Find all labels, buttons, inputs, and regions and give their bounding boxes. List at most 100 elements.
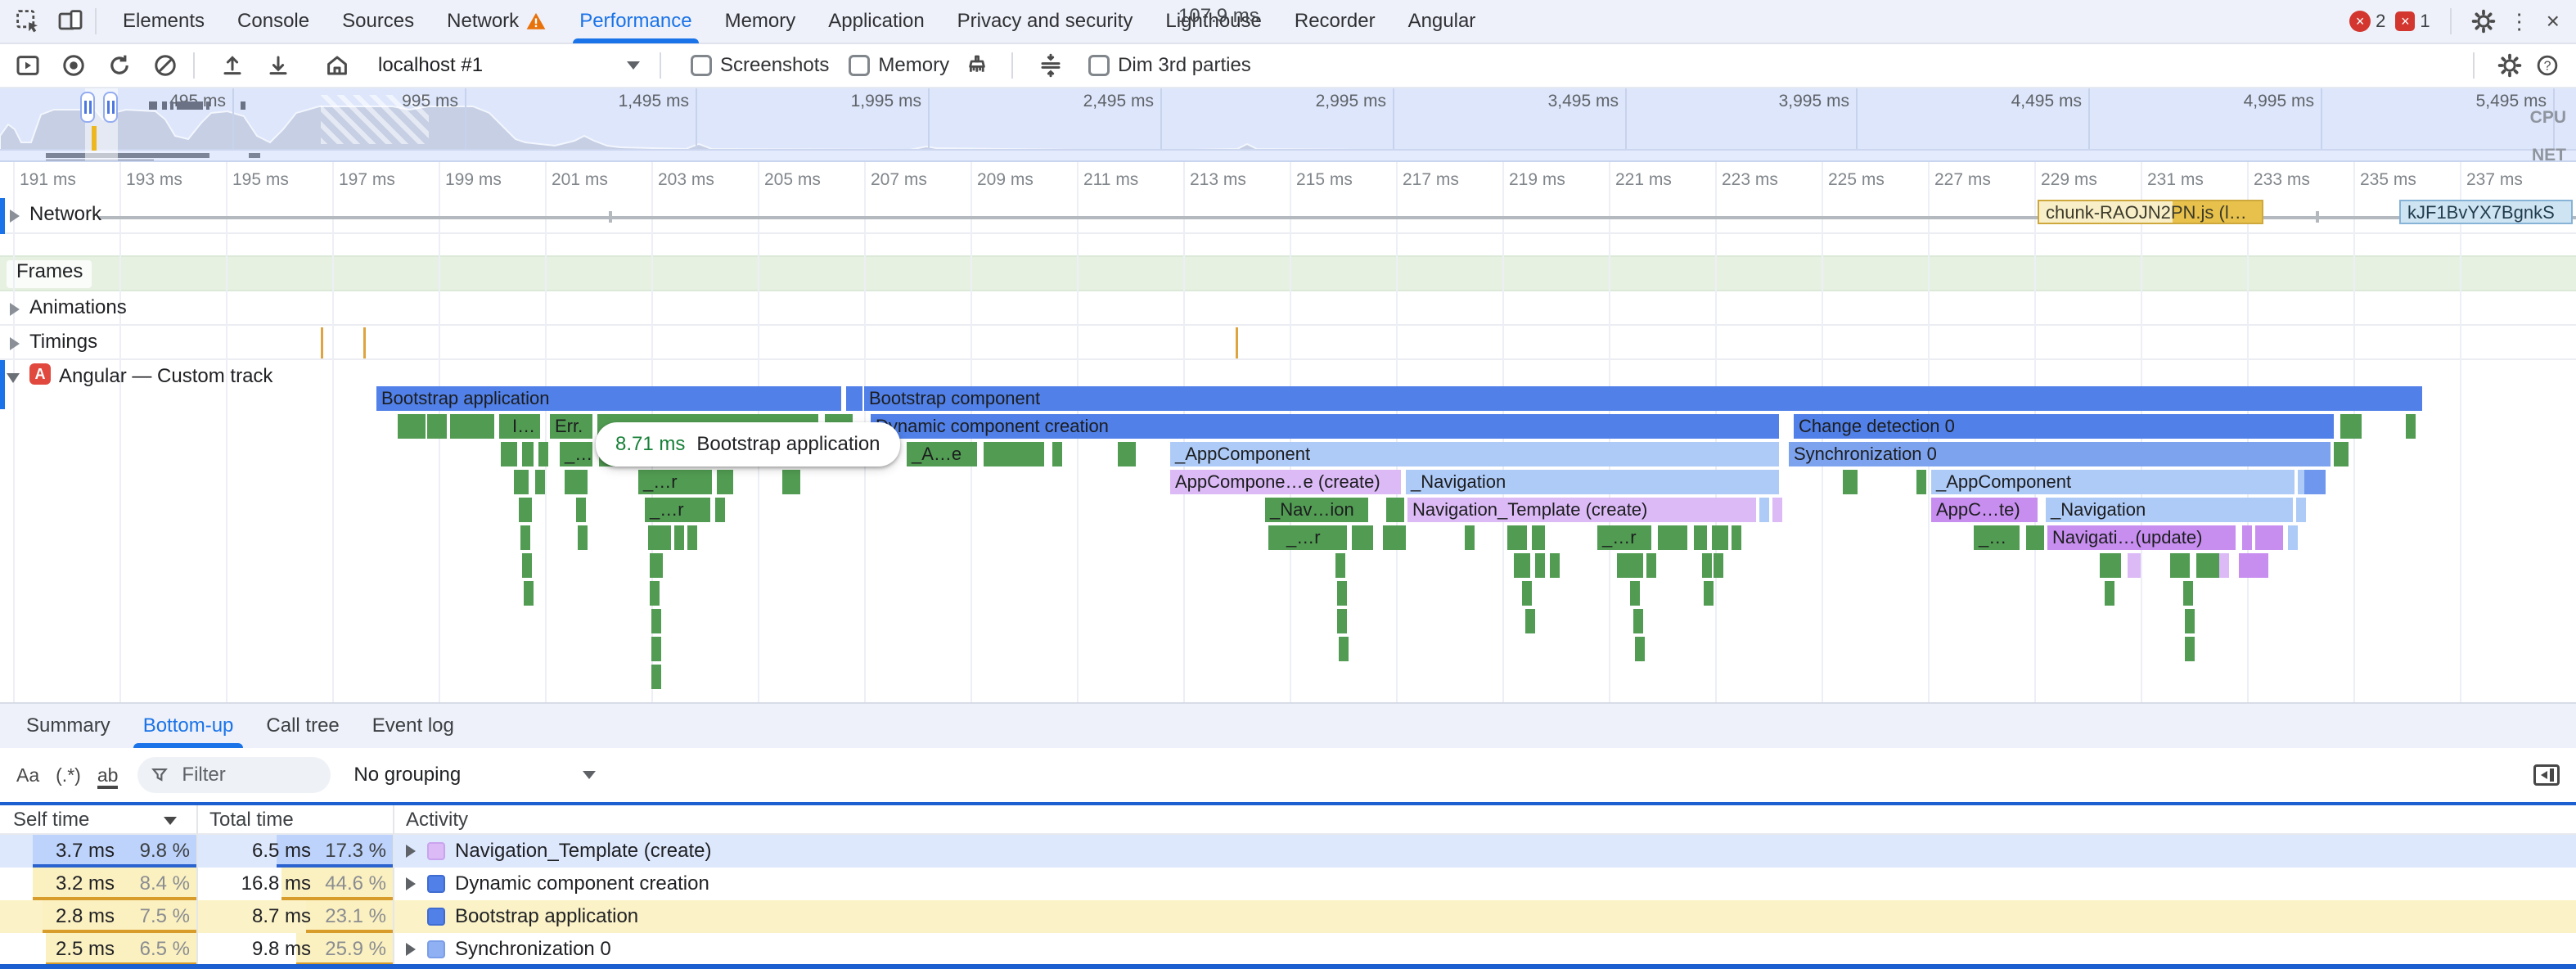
flame-bar[interactable] [1702, 553, 1712, 578]
frames-track[interactable] [0, 255, 2576, 291]
flame-bar[interactable] [1396, 525, 1406, 550]
screenshots-checkbox[interactable]: Screenshots [691, 54, 829, 77]
clear-button[interactable] [147, 47, 183, 83]
flame-bar[interactable] [1712, 525, 1728, 550]
flame-bar[interactable] [1514, 553, 1530, 578]
flame-bar[interactable]: Navigati…(update) [2047, 525, 2236, 550]
flame-bar[interactable]: Synchronization 0 [1789, 442, 2331, 466]
flame-bar[interactable]: _…r [1281, 525, 1347, 550]
flame-bar[interactable] [1052, 442, 1062, 466]
selection-handle-left[interactable] [80, 92, 95, 123]
table-row[interactable]: 3.7 ms9.8 %6.5 ms17.3 %Navigation_Templa… [0, 835, 2576, 868]
flame-bar[interactable] [1465, 525, 1475, 550]
flame-bar[interactable] [2296, 498, 2306, 522]
flame-bar[interactable]: _…r [645, 498, 710, 522]
flame-bar[interactable] [2183, 581, 2193, 606]
flame-bar[interactable] [1535, 553, 1545, 578]
issues-badge[interactable]: × 1 [2395, 11, 2430, 32]
flame-bar[interactable] [2249, 553, 2259, 578]
flame-bar[interactable] [1339, 637, 1349, 661]
tab-bottom-up[interactable]: Bottom-up [127, 704, 250, 748]
table-row[interactable]: 2.8 ms7.5 %8.7 ms23.1 %Bootstrap applica… [0, 900, 2576, 933]
flame-bar[interactable] [650, 553, 663, 578]
flame-bar[interactable] [1118, 442, 1136, 466]
dim-third-parties-checkbox[interactable]: Dim 3rd parties [1088, 54, 1251, 77]
regex-button[interactable]: (.*) [56, 764, 81, 786]
flame-bar[interactable] [1507, 525, 1527, 550]
tab-console[interactable]: Console [221, 0, 326, 43]
flame-bar[interactable]: AppC…te) [1931, 498, 2038, 522]
match-case-button[interactable]: Aa [16, 764, 39, 786]
flame-bar[interactable] [687, 525, 697, 550]
flame-bar[interactable] [1337, 581, 1347, 606]
flame-bar[interactable] [1532, 525, 1545, 550]
flame-bar[interactable] [651, 637, 661, 661]
tab-summary[interactable]: Summary [10, 704, 127, 748]
flame-bar[interactable] [2219, 553, 2229, 578]
flame-bar[interactable]: _…r [1597, 525, 1651, 550]
flame-bar[interactable] [648, 525, 671, 550]
animations-track[interactable]: Animations [0, 291, 2576, 326]
device-toolbar-icon[interactable] [56, 7, 85, 36]
flame-bar[interactable] [2406, 414, 2416, 439]
collapse-tracks-icon[interactable] [1033, 47, 1069, 83]
flame-bar[interactable] [1522, 581, 1532, 606]
tab-event-log[interactable]: Event log [356, 704, 471, 748]
live-metrics-button[interactable] [10, 47, 46, 83]
grouping-select[interactable]: No grouping [354, 764, 596, 786]
save-profile-button[interactable] [260, 47, 296, 83]
flame-bar[interactable] [538, 442, 548, 466]
flame-bar[interactable] [2100, 553, 2121, 578]
expand-timings-icon[interactable] [10, 337, 20, 350]
expand-row-icon[interactable] [406, 877, 416, 890]
sidebar-toggle-icon[interactable] [2533, 764, 2560, 786]
flame-bar[interactable] [650, 581, 660, 606]
flame-bar[interactable]: Bootstrap component [864, 386, 2422, 411]
table-row[interactable]: 2.5 ms6.5 %9.8 ms25.9 %Synchronization 0 [0, 933, 2576, 966]
filter-input[interactable] [178, 762, 309, 788]
flame-bar[interactable] [1335, 553, 1345, 578]
flame-bar[interactable] [1337, 609, 1347, 633]
angular-custom-track[interactable]: A Angular — Custom track [0, 360, 2576, 388]
expand-row-icon[interactable] [406, 943, 416, 956]
flame-bar[interactable] [519, 498, 532, 522]
flame-bar[interactable] [437, 414, 447, 439]
expand-network-icon[interactable] [10, 210, 20, 223]
flame-bar[interactable]: Bootstrap application [376, 386, 841, 411]
flame-bar[interactable]: _…r [638, 470, 712, 494]
flame-bar[interactable] [2304, 470, 2326, 494]
settings-button[interactable] [2471, 9, 2496, 34]
record-and-reload-button[interactable] [101, 47, 137, 83]
flame-bar[interactable] [573, 470, 588, 494]
collect-garbage-button[interactable] [959, 47, 995, 83]
tab-network[interactable]: Network [430, 0, 563, 43]
flame-bar[interactable] [2242, 525, 2252, 550]
flame-bar[interactable] [1363, 525, 1373, 550]
inspect-icon[interactable] [13, 7, 43, 36]
flame-bar[interactable] [723, 470, 733, 494]
flame-bar[interactable]: _AppComponent [1931, 470, 2295, 494]
column-header-total-time[interactable]: Total time [209, 809, 294, 832]
flame-bar[interactable] [1525, 609, 1535, 633]
flame-bar[interactable] [578, 525, 588, 550]
flame-bar[interactable] [651, 665, 661, 689]
flame-bar[interactable] [1848, 470, 1858, 494]
flame-bar[interactable] [535, 470, 545, 494]
flame-bar[interactable] [2352, 414, 2362, 439]
timeline-overview[interactable]: 495 ms995 ms1,495 ms1,995 ms2,495 ms2,99… [0, 88, 2576, 162]
load-profile-button[interactable] [214, 47, 250, 83]
network-request-item[interactable]: kJF1BvYX7BgnkS [2399, 200, 2573, 224]
home-icon[interactable] [319, 47, 355, 83]
flame-bar[interactable] [2339, 442, 2349, 466]
flame-bar[interactable] [1630, 581, 1640, 606]
network-request-item[interactable]: chunk-RAOJN2PN.js (l… [2038, 200, 2263, 224]
column-header-activity[interactable]: Activity [406, 809, 468, 832]
flame-bar[interactable] [522, 553, 532, 578]
whole-word-button[interactable]: ab [97, 764, 119, 786]
flame-bar[interactable] [478, 414, 494, 439]
flame-bar[interactable]: I… [507, 414, 540, 439]
flame-bar[interactable] [2273, 525, 2283, 550]
flame-bar[interactable] [1759, 498, 1769, 522]
flame-bar[interactable] [2288, 525, 2298, 550]
flame-bar[interactable] [2239, 553, 2249, 578]
